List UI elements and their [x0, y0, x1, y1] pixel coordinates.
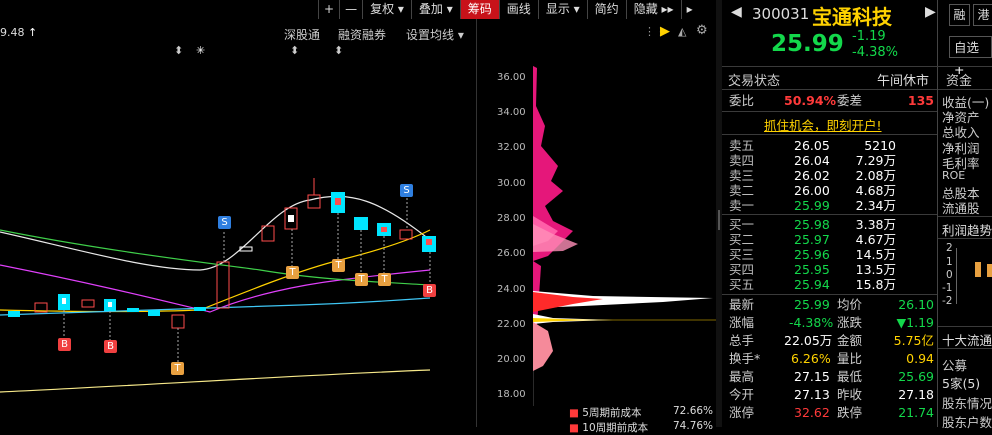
divider [937, 0, 938, 427]
t-marker[interactable]: T [355, 273, 368, 286]
last-price: 25.99 [771, 31, 844, 57]
chip-legend-1-value: 72.66% [673, 405, 714, 417]
zijin-tab[interactable]: 资金 [946, 70, 972, 89]
stock-code: 300031 [752, 5, 810, 23]
profit-bar [975, 262, 981, 277]
zoom-in-button[interactable]: + [318, 0, 339, 19]
sell-marker[interactable]: S [400, 184, 413, 197]
price-change: -1.19 [852, 29, 886, 44]
t-marker[interactable]: T [286, 266, 299, 279]
profit-bar [987, 264, 992, 277]
hk-badge[interactable]: 港 [973, 4, 992, 26]
candles [8, 178, 436, 329]
open-account-banner[interactable]: 抓住机会，即刻开户! [764, 115, 882, 134]
stat-row: 涨幅 -4.38% 涨跌 ▼1.19 [729, 315, 934, 330]
stock-name: 宝通科技 [812, 5, 892, 29]
buy-marker[interactable]: B [58, 338, 71, 351]
buy-marker[interactable]: B [423, 284, 436, 297]
prev-stock-icon[interactable]: ◀ [731, 4, 742, 20]
next-stock-icon[interactable]: ▶ [925, 4, 936, 20]
collapse-icon[interactable]: ▸ [680, 0, 698, 19]
stat-row: 涨停 32.62 跌停 21.74 [729, 405, 934, 420]
top10-holders-tab[interactable]: 十大流通 [942, 330, 992, 349]
profit-trend-tab[interactable]: 利润趋势 [942, 220, 992, 239]
t-marker[interactable]: T [378, 273, 391, 286]
stat-row: 今开 27.13 昨收 27.18 [729, 387, 934, 402]
splitter-handle[interactable] [718, 210, 720, 230]
zoom-out-button[interactable]: — [339, 0, 362, 19]
fund-item: 流通股 [942, 201, 980, 216]
chouma-tab[interactable]: 筹码 [459, 0, 499, 19]
profit-axis-line [956, 248, 957, 304]
huaxian-button[interactable]: 画线 [498, 0, 538, 19]
gongmu-label: 公募 [942, 358, 968, 373]
diejia-menu[interactable]: 叠加 ▾ [410, 0, 460, 19]
fuquan-menu[interactable]: 复权 ▾ [362, 0, 411, 19]
divider [476, 19, 477, 427]
chart-toolbar: + — 复权 ▾ 叠加 ▾ 筹码 画线 显示 ▾ 简约 隐藏 ▸▸ ▸ [318, 0, 698, 19]
status-label: 交易状态 [728, 74, 781, 89]
margin-badge[interactable]: 融 [949, 4, 970, 26]
flag-icon[interactable]: ▶ [660, 24, 670, 39]
ask-row[interactable]: 卖一 25.99 2.34万 [729, 197, 936, 215]
chip-legend-2-value: 74.76% [673, 420, 714, 432]
holder-info-link[interactable]: 股东情况 [942, 393, 992, 412]
holder-count-link[interactable]: 股东户数 [942, 412, 992, 431]
chip-legend-2: ■ 10周期前成本 [569, 422, 649, 434]
stat-row: 最高 27.15 最低 25.69 [729, 369, 934, 384]
jianyue-button[interactable]: 简约 [586, 0, 626, 19]
add-watchlist-button[interactable]: 自选 + [949, 36, 992, 77]
weibi-row: 委比 50.94% 委差 135 [729, 93, 934, 108]
t-marker[interactable]: T [171, 362, 184, 375]
stat-row: 换手* 6.26% 量比 0.94 [729, 351, 934, 366]
buy-marker[interactable]: B [104, 340, 117, 353]
top-left-value: 9.48 ↑ [0, 26, 38, 39]
chip-distribution[interactable] [533, 66, 716, 406]
xianshi-menu[interactable]: 显示 ▾ [537, 0, 587, 19]
stat-row: 最新 25.99 均价 26.10 [729, 297, 934, 312]
price-change-pct: -4.38% [852, 45, 898, 60]
t-marker[interactable]: T [332, 259, 345, 272]
yincang-button[interactable]: 隐藏 ▸▸ [625, 0, 681, 19]
chip-legend-1: ■ 5周期前成本 [569, 407, 642, 419]
status-value: 午间休市 [877, 74, 930, 89]
sell-marker[interactable]: S [218, 216, 231, 229]
stat-row: 总手 22.05万 金额 5.75亿 [729, 333, 934, 348]
bid-row[interactable]: 买五 25.94 15.8万 [729, 276, 936, 294]
kline-chart[interactable] [0, 40, 470, 427]
gear-icon[interactable]: ⚙ [696, 23, 708, 38]
fund-item: ROE [942, 169, 966, 182]
chip-shape-icon[interactable]: ◭ [678, 25, 686, 38]
gongmu-count: 5家(5) [942, 376, 981, 391]
